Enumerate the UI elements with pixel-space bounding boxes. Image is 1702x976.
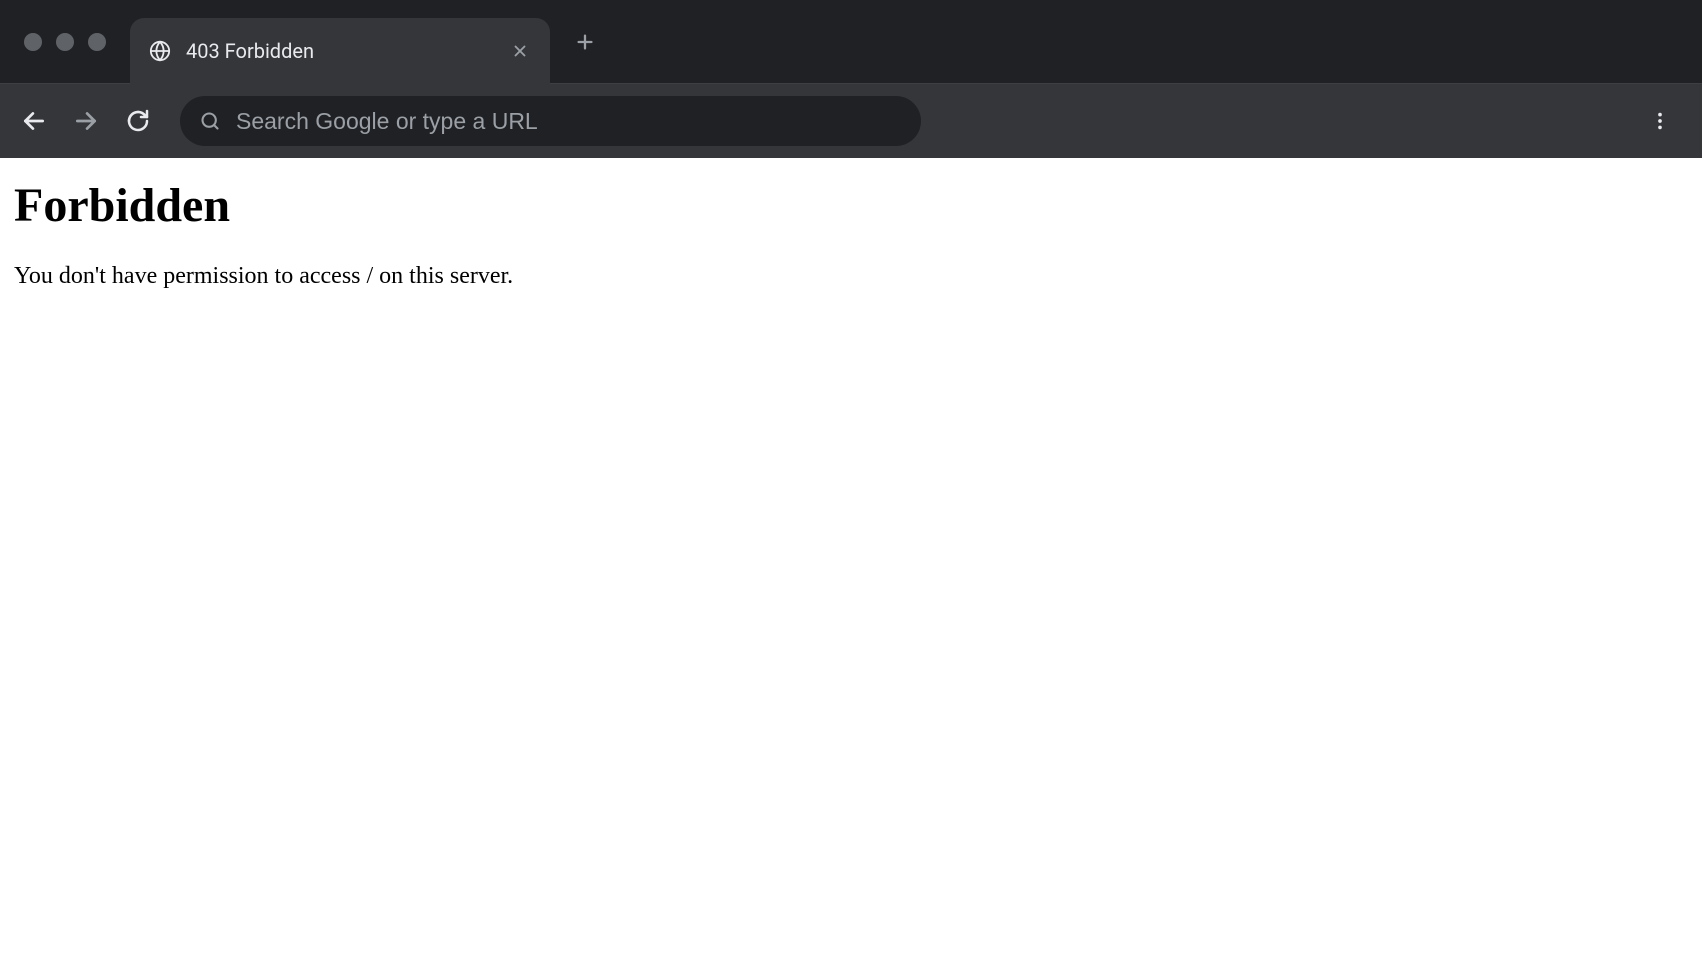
error-message: You don't have permission to access / on… [14, 263, 1688, 290]
error-heading: Forbidden [14, 178, 1688, 233]
window-close-button[interactable] [24, 33, 42, 51]
new-tab-button[interactable] [566, 23, 604, 61]
window-maximize-button[interactable] [88, 33, 106, 51]
forward-button[interactable] [64, 99, 108, 143]
browser-tab[interactable]: 403 Forbidden [130, 18, 550, 84]
globe-icon [148, 39, 172, 63]
window-controls [0, 33, 130, 51]
plus-icon [574, 31, 596, 53]
reload-icon [126, 109, 150, 133]
reload-button[interactable] [116, 99, 160, 143]
search-icon [200, 111, 220, 131]
address-input[interactable] [236, 108, 901, 135]
browser-chrome: 403 Forbidden [0, 0, 1702, 158]
address-bar[interactable] [180, 96, 921, 146]
back-button[interactable] [12, 99, 56, 143]
page-content: Forbidden You don't have permission to a… [0, 158, 1702, 304]
close-icon [511, 42, 529, 60]
arrow-right-icon [73, 108, 99, 134]
titlebar: 403 Forbidden [0, 0, 1702, 84]
window-minimize-button[interactable] [56, 33, 74, 51]
kebab-menu-icon [1649, 110, 1671, 132]
arrow-left-icon [21, 108, 47, 134]
close-tab-button[interactable] [508, 39, 532, 63]
browser-menu-button[interactable] [1638, 99, 1682, 143]
tab-title: 403 Forbidden [186, 39, 494, 63]
toolbar [0, 84, 1702, 158]
